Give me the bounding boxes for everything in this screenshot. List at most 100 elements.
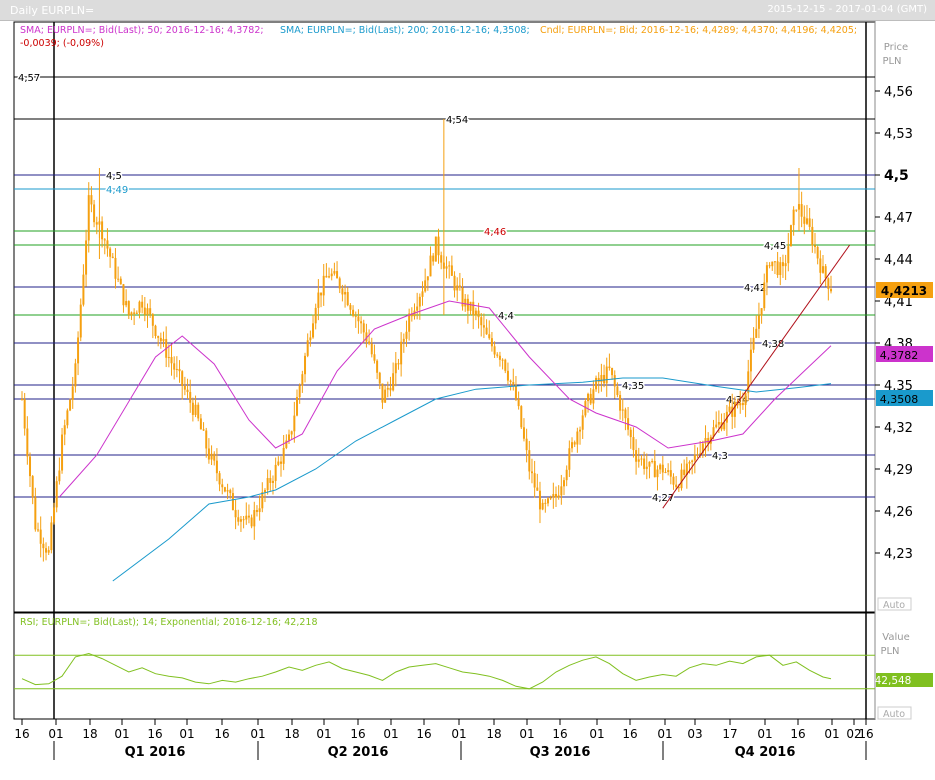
candle-body — [528, 450, 531, 472]
candle-body — [656, 469, 659, 478]
legend-change: -0,0039; (-0,09%) — [20, 38, 104, 49]
candle-body — [773, 261, 776, 263]
candle-body — [170, 357, 173, 364]
candle-body — [608, 366, 611, 369]
candle-body — [691, 460, 694, 463]
candle-body — [408, 313, 411, 332]
candle-body — [191, 402, 194, 415]
candle-body — [199, 418, 202, 430]
candle-body — [552, 494, 555, 498]
level-label: 4,57 — [18, 73, 40, 84]
candle-body — [592, 389, 595, 404]
x-tick-label: 03 — [687, 727, 702, 741]
candle-body — [87, 195, 90, 241]
candle-body — [418, 296, 421, 307]
candle-body — [733, 401, 736, 417]
candle-body — [111, 256, 114, 258]
price-auto-label: Auto — [883, 600, 905, 611]
candle-body — [538, 490, 541, 510]
candle-body — [822, 266, 824, 273]
candle-body — [595, 377, 598, 390]
candle-body — [541, 502, 544, 510]
candle-body — [197, 404, 200, 419]
candle-body — [672, 476, 675, 485]
candle-body — [277, 461, 280, 465]
level-label: 4,45 — [764, 241, 786, 252]
candle-body — [328, 276, 331, 278]
candle-body — [354, 315, 357, 317]
candle-body — [811, 226, 814, 246]
candle-body — [669, 470, 672, 477]
candle-body — [546, 498, 549, 504]
price-tick-label: 4,26 — [884, 505, 913, 520]
candle-body — [488, 334, 491, 339]
candle-body — [69, 399, 72, 411]
x-tick-label: 01 — [114, 727, 129, 741]
candle-body — [376, 360, 379, 373]
candle-body — [135, 312, 138, 314]
x-tick-label: 18 — [486, 727, 501, 741]
candle-body — [517, 398, 520, 407]
candle-body — [402, 338, 405, 342]
candle-body — [154, 325, 157, 337]
candle-body — [600, 374, 603, 383]
candle-body — [127, 301, 130, 316]
candle-body — [525, 438, 528, 451]
candle-body — [621, 409, 624, 411]
candle-body — [579, 429, 582, 432]
candle-body — [381, 383, 384, 403]
candle-body — [781, 262, 784, 267]
candle-body — [357, 316, 360, 322]
candle-body — [744, 393, 747, 406]
candle-body — [167, 357, 170, 359]
candle-body — [293, 415, 296, 432]
level-label: 4,46 — [484, 227, 506, 238]
candle-body — [496, 354, 499, 356]
candle-body — [717, 422, 720, 425]
candle-body — [757, 315, 760, 329]
candle-body — [763, 282, 766, 309]
candle-body — [640, 458, 643, 460]
x-axis: 16 01 18 01 16 01 16 01 18 01 16 01 16 01 18 01 16 01 16 01… — [14, 719, 874, 760]
candle-body — [173, 363, 176, 370]
candle-body — [181, 371, 184, 387]
candle-body — [637, 459, 640, 462]
x-tick-label: 01 — [48, 727, 63, 741]
candle-body — [239, 519, 242, 522]
candle-body — [549, 497, 552, 499]
candle-body — [288, 434, 290, 441]
candle-body — [728, 406, 731, 412]
candle-body — [194, 404, 197, 415]
price-tick-label: 4,5 — [884, 168, 909, 184]
x-tick-label: 17 — [722, 727, 737, 741]
x-tick-label: 01 — [316, 727, 331, 741]
candle-body — [830, 288, 833, 292]
candle-body — [787, 246, 790, 264]
candle-body — [34, 497, 37, 530]
candle-body — [109, 248, 112, 257]
candle-body — [611, 368, 614, 376]
candle-body — [31, 476, 34, 498]
candle-body — [314, 307, 317, 324]
candle-body — [605, 366, 608, 384]
candle-body — [512, 382, 515, 385]
candle-body — [82, 274, 85, 305]
level-label: 4,42 — [744, 283, 766, 294]
price-axis-title: Price — [884, 42, 908, 53]
x-tick-label: 01 — [250, 727, 265, 741]
candle-body — [269, 478, 272, 483]
candle-body — [90, 195, 93, 205]
x-tick-label: 01 — [451, 727, 466, 741]
candle-body — [389, 387, 392, 391]
candle-body — [322, 275, 325, 296]
candle-body — [360, 321, 363, 324]
price-chart[interactable]: 4,57 4,54 4,5 4,49 4,46 4,45 4,42 4,4 4,38 4,35 4,… — [0, 0, 935, 780]
candle-body — [255, 510, 258, 512]
x-tick-label: 01 — [179, 727, 194, 741]
candle-body — [397, 363, 400, 365]
price-tick-label: 4,29 — [884, 463, 913, 478]
level-label: 4,5 — [106, 171, 122, 182]
candle-body — [715, 424, 718, 428]
candle-body — [341, 288, 344, 295]
candle-body — [805, 218, 808, 224]
